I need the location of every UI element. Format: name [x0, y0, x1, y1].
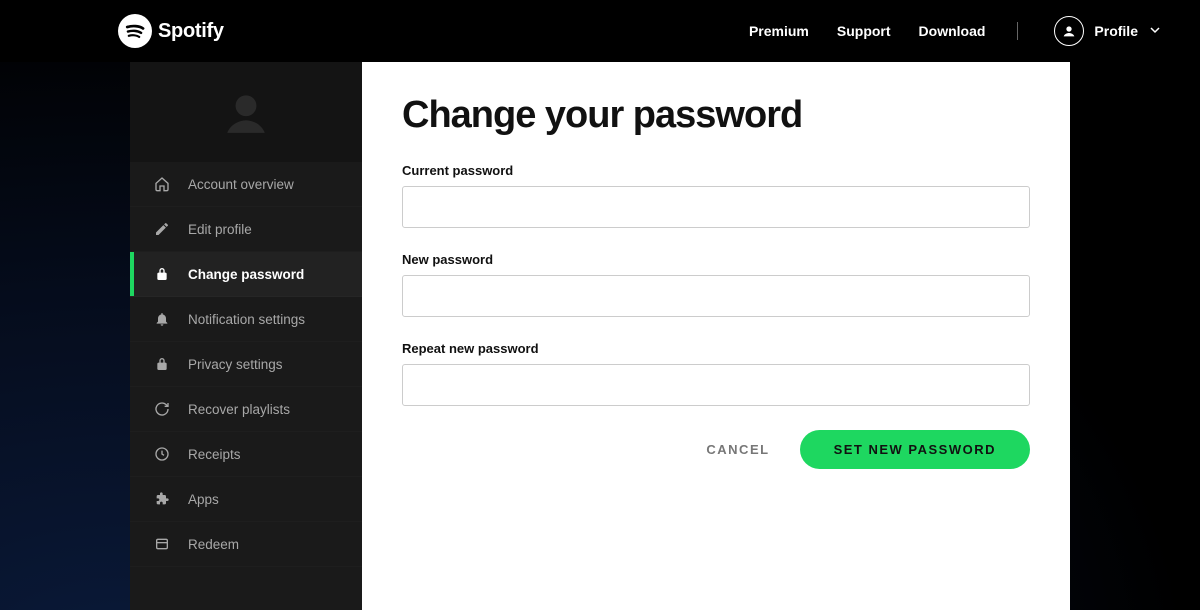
brand-logo[interactable]: Spotify: [118, 14, 224, 48]
sidebar-item-label: Change password: [188, 267, 304, 282]
nav-download[interactable]: Download: [919, 23, 986, 39]
sidebar-item-label: Receipts: [188, 447, 241, 462]
lock-icon: [154, 266, 170, 282]
chevron-down-icon: [1150, 22, 1160, 40]
label-new-password: New password: [402, 252, 1030, 267]
bell-icon: [154, 311, 170, 327]
label-repeat-password: Repeat new password: [402, 341, 1030, 356]
sidebar-list: Account overview Edit profile Change pas…: [130, 162, 362, 567]
main-content: Change your password Current password Ne…: [362, 62, 1070, 610]
sidebar-item-change-password[interactable]: Change password: [130, 252, 362, 297]
field-current-password: Current password: [402, 163, 1030, 228]
sidebar-item-recover[interactable]: Recover playlists: [130, 387, 362, 432]
sidebar-item-redeem[interactable]: Redeem: [130, 522, 362, 567]
field-repeat-password: Repeat new password: [402, 341, 1030, 406]
input-new-password[interactable]: [402, 275, 1030, 317]
form-actions: CANCEL SET NEW PASSWORD: [402, 430, 1030, 469]
input-repeat-password[interactable]: [402, 364, 1030, 406]
refresh-icon: [154, 401, 170, 417]
sidebar-item-label: Account overview: [188, 177, 294, 192]
sidebar-item-label: Redeem: [188, 537, 239, 552]
header-nav: Premium Support Download Profile: [749, 16, 1160, 46]
sidebar-item-label: Privacy settings: [188, 357, 283, 372]
nav-support[interactable]: Support: [837, 23, 891, 39]
brand-name: Spotify: [158, 20, 224, 43]
sidebar-item-notifications[interactable]: Notification settings: [130, 297, 362, 342]
pencil-icon: [154, 221, 170, 237]
clock-icon: [154, 446, 170, 462]
profile-menu[interactable]: Profile: [1054, 16, 1160, 46]
spotify-icon: [118, 14, 152, 48]
sidebar-item-label: Recover playlists: [188, 402, 290, 417]
user-avatar-icon: [1054, 16, 1084, 46]
sidebar-item-privacy[interactable]: Privacy settings: [130, 342, 362, 387]
puzzle-icon: [154, 491, 170, 507]
set-password-button[interactable]: SET NEW PASSWORD: [800, 430, 1030, 469]
input-current-password[interactable]: [402, 186, 1030, 228]
nav-divider: [1017, 22, 1018, 40]
sidebar-item-label: Notification settings: [188, 312, 305, 327]
field-new-password: New password: [402, 252, 1030, 317]
cancel-button[interactable]: CANCEL: [706, 442, 769, 457]
label-current-password: Current password: [402, 163, 1030, 178]
app-header: Spotify Premium Support Download Profile: [0, 0, 1200, 62]
sidebar-item-apps[interactable]: Apps: [130, 477, 362, 522]
home-icon: [154, 176, 170, 192]
sidebar-item-edit-profile[interactable]: Edit profile: [130, 207, 362, 252]
sidebar-item-receipts[interactable]: Receipts: [130, 432, 362, 477]
sidebar-item-label: Apps: [188, 492, 219, 507]
lock-icon: [154, 356, 170, 372]
sidebar-item-overview[interactable]: Account overview: [130, 162, 362, 207]
profile-label: Profile: [1094, 23, 1138, 39]
nav-premium[interactable]: Premium: [749, 23, 809, 39]
sidebar-item-label: Edit profile: [188, 222, 252, 237]
page-title: Change your password: [402, 94, 1030, 137]
card-icon: [154, 536, 170, 552]
sidebar-avatar: [130, 62, 362, 162]
sidebar: Account overview Edit profile Change pas…: [130, 62, 362, 610]
page-container: Account overview Edit profile Change pas…: [130, 62, 1070, 610]
